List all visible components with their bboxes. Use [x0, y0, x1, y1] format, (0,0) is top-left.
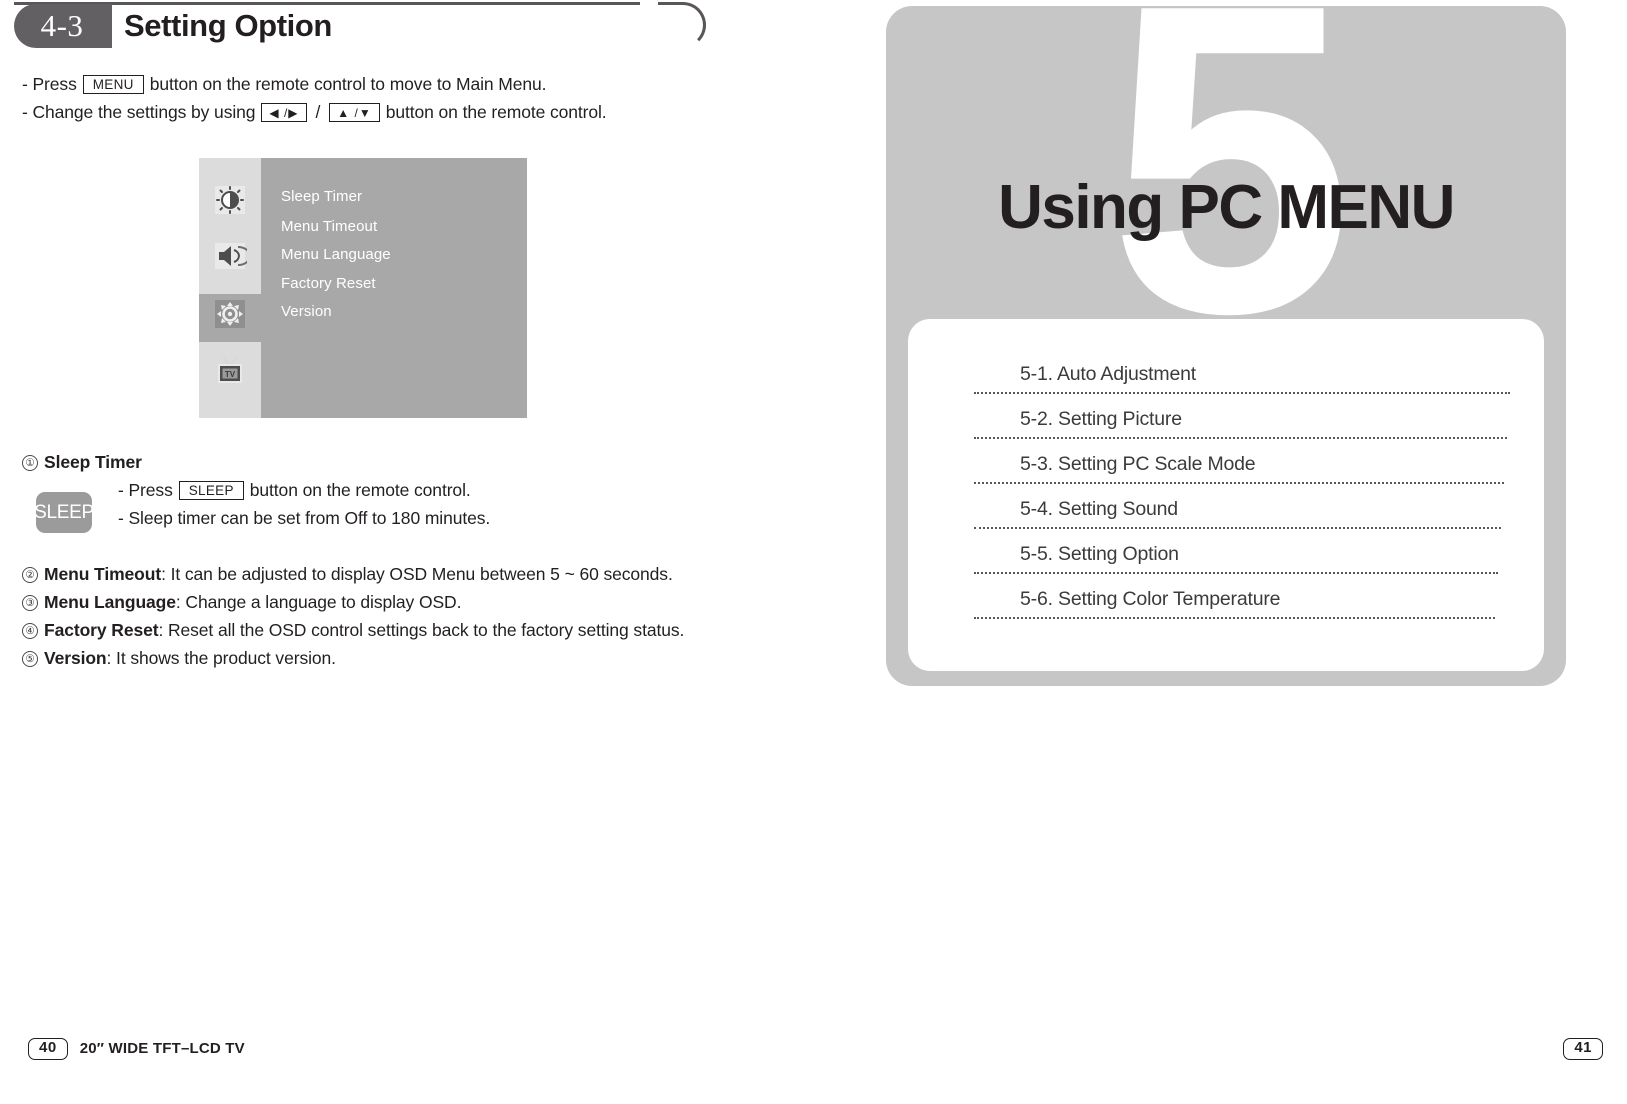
picture-icon — [213, 185, 247, 215]
osd-item-sleep-timer[interactable]: Sleep Timer — [281, 188, 362, 205]
footer-right: 41 — [1563, 1038, 1603, 1060]
svg-text:TV: TV — [225, 370, 236, 379]
intro-line-2-after: button on the remote control. — [385, 102, 607, 122]
toc-dots-6 — [974, 617, 1495, 619]
sleep-line-1-before: - Press — [118, 480, 173, 500]
osd-item-factory-reset[interactable]: Factory Reset — [281, 275, 376, 292]
osd-item-menu-timeout[interactable]: Menu Timeout — [281, 218, 377, 235]
toc-label-1: 5-1. Auto Adjustment — [1020, 363, 1196, 385]
toc-label-6: 5-6. Setting Color Temperature — [1020, 588, 1281, 610]
left-right-key: ◀ /▶ — [261, 103, 307, 122]
numbered-item-4: ④ Factory Reset : Reset all the OSD cont… — [22, 620, 684, 641]
toc-row-6[interactable]: 5-6. Setting Color Temperature — [974, 588, 1510, 633]
circled-number-2: ② — [22, 567, 38, 583]
numbered-item-2: ② Menu Timeout : It can be adjusted to d… — [22, 564, 673, 585]
toc-label-3: 5-3. Setting PC Scale Mode — [1020, 453, 1256, 475]
tv-icon: TV — [213, 356, 247, 386]
numbered-item-5-term: Version — [44, 648, 107, 668]
key-separator: / — [315, 102, 321, 122]
numbered-item-3-term: Menu Language — [44, 592, 176, 612]
left-page: 4-3 Setting Option - Press MENU button o… — [0, 0, 814, 1104]
chapter-panel: 5 Using PC MENU 5-1. Auto Adjustment 5-2… — [886, 0, 1566, 686]
toc-dots-5 — [974, 572, 1498, 574]
page-title: Setting Option — [124, 5, 344, 47]
sleep-line-1-after: button on the remote control. — [249, 480, 471, 500]
circled-number-4: ④ — [22, 623, 38, 639]
numbered-item-4-term: Factory Reset — [44, 620, 159, 640]
page-number-right: 41 — [1563, 1038, 1603, 1060]
sleep-remote-key[interactable]: SLEEP — [34, 492, 94, 533]
toc-row-4[interactable]: 5-4. Setting Sound — [974, 498, 1510, 543]
intro-line-1-after: button on the remote control to move to … — [149, 74, 547, 94]
toc-list: 5-1. Auto Adjustment 5-2. Setting Pictur… — [974, 363, 1510, 633]
circled-number-5: ⑤ — [22, 651, 38, 667]
intro-line-2: - Change the settings by using ◀ /▶ / ▲ … — [22, 102, 607, 123]
osd-menu-mock: TV Sleep Timer Menu Timeout Menu Languag… — [199, 158, 527, 418]
sleep-key-inline: SLEEP — [178, 481, 244, 500]
toc-row-2[interactable]: 5-2. Setting Picture — [974, 408, 1510, 453]
toc-label-2: 5-2. Setting Picture — [1020, 408, 1182, 430]
toc-card: 5-1. Auto Adjustment 5-2. Setting Pictur… — [908, 319, 1544, 671]
menu-key: MENU — [82, 75, 144, 94]
toc-label-5: 5-5. Setting Option — [1020, 543, 1179, 565]
osd-item-version[interactable]: Version — [281, 303, 332, 320]
circled-number-1: ① — [22, 455, 38, 471]
header-rule — [14, 2, 682, 5]
option-gear-icon — [213, 299, 247, 329]
right-page: 5 Using PC MENU 5-1. Auto Adjustment 5-2… — [814, 0, 1627, 1104]
sound-icon — [213, 241, 247, 271]
toc-dots-2 — [974, 437, 1507, 439]
numbered-item-5-desc: : It shows the product version. — [106, 648, 336, 668]
numbered-item-1-term: Sleep Timer — [44, 452, 142, 472]
chapter-heading: Using PC MENU — [998, 173, 1455, 242]
toc-dots-1 — [974, 392, 1510, 394]
numbered-item-2-term: Menu Timeout — [44, 564, 162, 584]
toc-row-5[interactable]: 5-5. Setting Option — [974, 543, 1510, 588]
numbered-item-4-desc: : Reset all the OSD control settings bac… — [158, 620, 685, 640]
numbered-item-1: ① Sleep Timer — [22, 452, 142, 473]
toc-dots-4 — [974, 527, 1501, 529]
up-down-key: ▲ /▼ — [329, 103, 380, 122]
sleep-line-1: - Press SLEEP button on the remote contr… — [118, 480, 471, 501]
intro-line-1-before: - Press — [22, 74, 77, 94]
sleep-line-2-text: - Sleep timer can be set from Off to 180… — [118, 508, 491, 528]
numbered-item-2-desc: : It can be adjusted to display OSD Menu… — [161, 564, 673, 584]
toc-label-4: 5-4. Setting Sound — [1020, 498, 1178, 520]
circled-number-3: ③ — [22, 595, 38, 611]
numbered-item-5: ⑤ Version : It shows the product version… — [22, 648, 336, 669]
numbered-item-3-desc: : Change a language to display OSD. — [175, 592, 462, 612]
osd-item-menu-language[interactable]: Menu Language — [281, 246, 391, 263]
sleep-line-2: - Sleep timer can be set from Off to 180… — [118, 508, 490, 529]
intro-line-1: - Press MENU button on the remote contro… — [22, 74, 547, 95]
toc-row-3[interactable]: 5-3. Setting PC Scale Mode — [974, 453, 1510, 498]
product-label: 20″ WIDE TFT–LCD TV — [79, 1040, 245, 1058]
section-badge: 4-3 — [14, 4, 112, 48]
intro-line-2-before: - Change the settings by using — [22, 102, 256, 122]
header-right-cap — [640, 2, 706, 48]
page-number-left: 40 — [28, 1038, 68, 1060]
page-header: 4-3 Setting Option — [14, 2, 706, 50]
toc-row-1[interactable]: 5-1. Auto Adjustment — [974, 363, 1510, 408]
numbered-item-3: ③ Menu Language : Change a language to d… — [22, 592, 461, 613]
footer-left: 40 20″ WIDE TFT–LCD TV — [28, 1038, 245, 1060]
toc-dots-3 — [974, 482, 1504, 484]
